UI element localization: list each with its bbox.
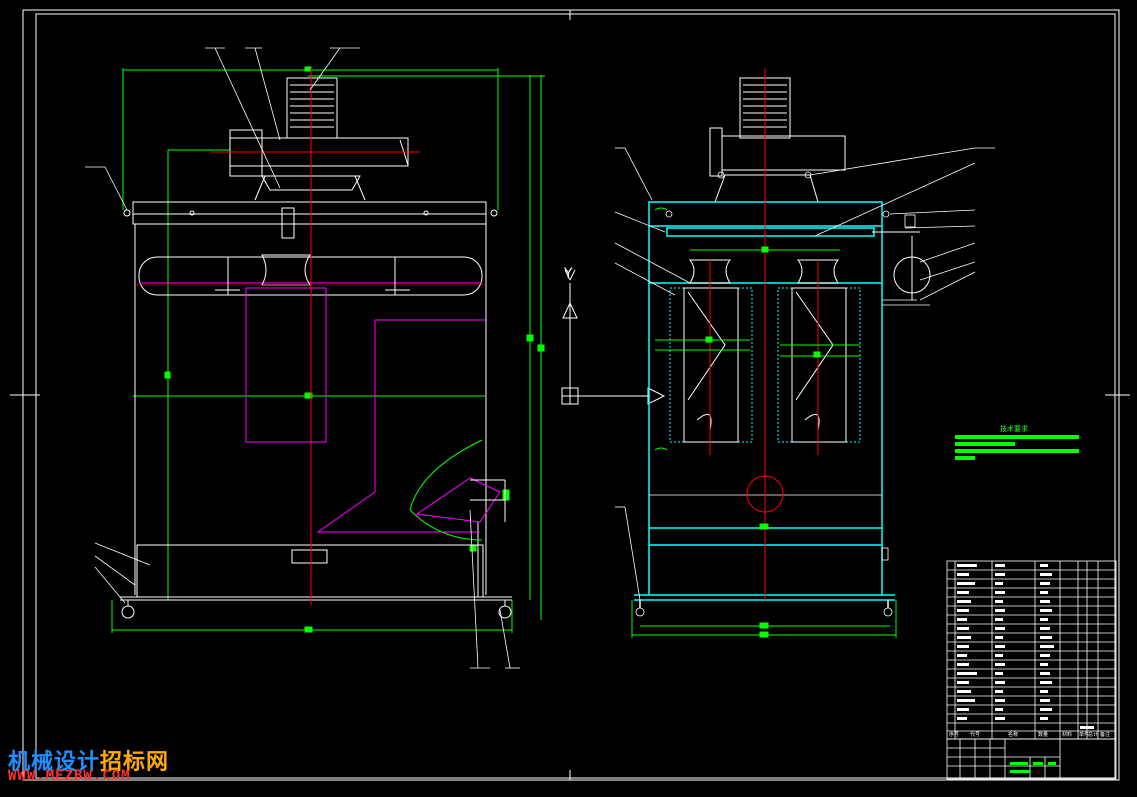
watermark-line2: WWW.MEZBW.COM	[8, 768, 131, 784]
front-hopper-section	[245, 287, 501, 533]
parts-list	[946, 560, 1117, 780]
front-motor	[229, 77, 409, 201]
front-view	[85, 47, 545, 669]
front-inlet	[409, 439, 506, 541]
title-header-qty: 数量	[1038, 732, 1049, 738]
title-header-material: 材料	[1062, 732, 1073, 738]
side-view	[614, 68, 995, 638]
front-leaders	[85, 47, 520, 669]
title-header-remark: 备注	[1100, 732, 1111, 738]
title-header-name: 名称	[1008, 732, 1019, 738]
side-filter-left	[669, 259, 753, 443]
title-header-seq: 序号	[949, 732, 960, 738]
title-header-code: 代号	[970, 732, 981, 738]
title-header-total: 总计	[1088, 732, 1099, 738]
axis-y-label: Y	[563, 266, 573, 282]
tech-requirements-title: 技术要求	[1000, 425, 1028, 433]
cad-drawing: Y	[10, 9, 1130, 781]
side-filter-right	[777, 259, 861, 443]
tech-requirements	[955, 435, 1079, 460]
title-block-marks	[1010, 762, 1056, 773]
side-body	[634, 201, 930, 617]
side-motor	[709, 77, 846, 203]
side-leaders	[614, 147, 995, 601]
side-dimensions	[631, 207, 897, 638]
parts-list-entries	[957, 564, 1094, 729]
